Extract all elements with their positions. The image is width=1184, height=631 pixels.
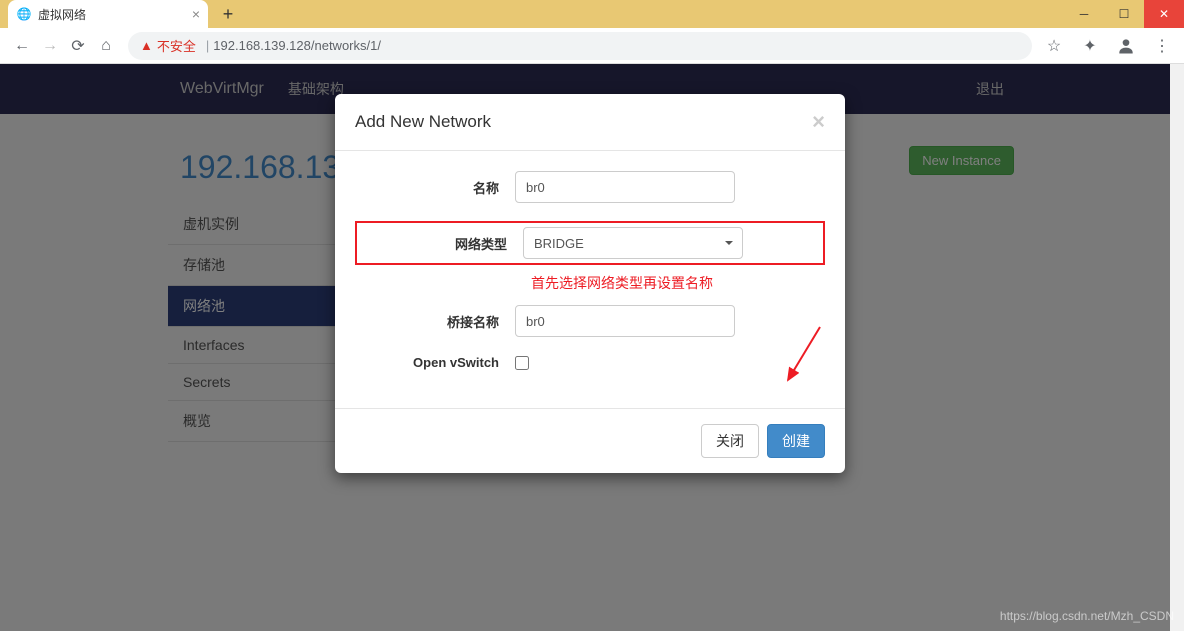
ovs-label: Open vSwitch — [355, 355, 515, 370]
modal-footer: 关闭 创建 — [335, 408, 845, 473]
tab-title: 虚拟网络 — [38, 6, 188, 23]
viewport: WebVirtMgr 基础架构 退出 192.168.139 New Insta… — [0, 64, 1184, 631]
tab-favicon-icon: 🌐 — [16, 6, 32, 22]
name-label: 名称 — [355, 178, 515, 197]
modal-body: 名称 网络类型 BRIDGE 首先选择网络类型再设置名称 桥接名称 Open v… — [335, 151, 845, 408]
window-controls: ─ ☐ ✕ — [1064, 0, 1184, 28]
address-bar[interactable]: ▲ 不安全 | 192.168.139.128/networks/1/ — [128, 32, 1032, 60]
modal-close-icon[interactable]: × — [812, 109, 825, 135]
browser-tab[interactable]: 🌐 虚拟网络 × — [8, 0, 208, 28]
form-row-type: 网络类型 BRIDGE — [355, 221, 825, 265]
add-network-modal: Add New Network × 名称 网络类型 BRIDGE 首先选择网络类… — [335, 94, 845, 473]
reload-button[interactable]: ⟳ — [64, 32, 92, 60]
annotation-text: 首先选择网络类型再设置名称 — [531, 273, 825, 293]
insecure-badge: ▲ 不安全 — [140, 36, 196, 55]
url-separator: | — [206, 38, 209, 53]
browser-titlebar: 🌐 虚拟网络 × + ─ ☐ ✕ — [0, 0, 1184, 28]
minimize-button[interactable]: ─ — [1064, 0, 1104, 28]
tab-close-icon[interactable]: × — [192, 6, 200, 22]
extensions-icon[interactable]: ✦ — [1076, 32, 1104, 60]
ovs-checkbox[interactable] — [515, 356, 529, 370]
window-close-button[interactable]: ✕ — [1144, 0, 1184, 28]
form-row-bridge: 桥接名称 — [355, 305, 825, 337]
scrollbar[interactable] — [1170, 64, 1184, 631]
back-button[interactable]: ← — [8, 32, 36, 60]
form-row-ovs: Open vSwitch — [355, 355, 825, 370]
bridge-label: 桥接名称 — [355, 312, 515, 331]
close-button[interactable]: 关闭 — [701, 424, 759, 458]
menu-icon[interactable]: ⋮ — [1148, 32, 1176, 60]
modal-title: Add New Network — [355, 112, 491, 132]
forward-button[interactable]: → — [36, 32, 64, 60]
watermark: https://blog.csdn.net/Mzh_CSDN — [1000, 609, 1174, 623]
type-label: 网络类型 — [363, 234, 523, 253]
warning-icon: ▲ — [140, 38, 153, 53]
modal-header: Add New Network × — [335, 94, 845, 151]
new-tab-button[interactable]: + — [216, 4, 240, 25]
maximize-button[interactable]: ☐ — [1104, 0, 1144, 28]
create-button[interactable]: 创建 — [767, 424, 825, 458]
url-text: 192.168.139.128/networks/1/ — [213, 38, 381, 53]
browser-toolbar: ← → ⟳ ⌂ ▲ 不安全 | 192.168.139.128/networks… — [0, 28, 1184, 64]
insecure-label: 不安全 — [157, 36, 196, 55]
type-select[interactable]: BRIDGE — [523, 227, 743, 259]
form-row-name: 名称 — [355, 171, 825, 203]
name-input[interactable] — [515, 171, 735, 203]
star-icon[interactable]: ☆ — [1040, 32, 1068, 60]
home-button[interactable]: ⌂ — [92, 32, 120, 60]
profile-icon[interactable] — [1112, 32, 1140, 60]
bridge-input[interactable] — [515, 305, 735, 337]
